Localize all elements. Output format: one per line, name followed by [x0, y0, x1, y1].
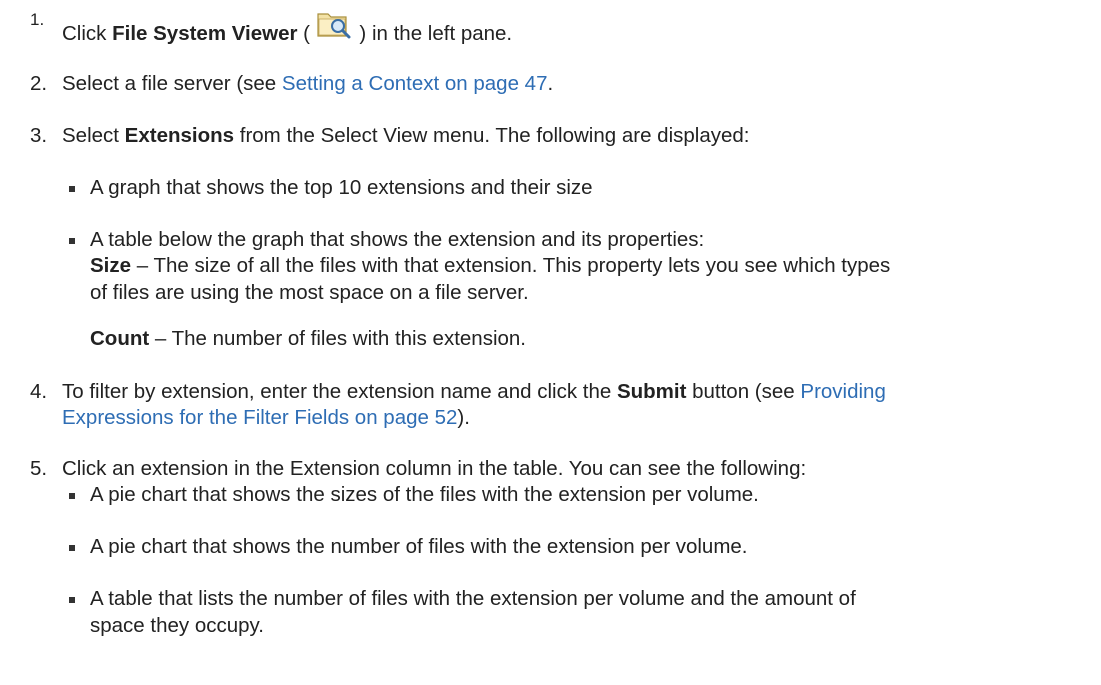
count-text: – The number of files with this extensio… [149, 327, 526, 350]
step-1-post: ) in the left pane. [359, 22, 513, 45]
bullet-icon [69, 545, 75, 551]
step-number: 5. [30, 457, 48, 480]
step-1-pre: Click [62, 22, 113, 45]
bullet-icon [69, 238, 75, 244]
bullet-icon [69, 597, 75, 603]
file-system-viewer-label: File System Viewer [112, 22, 298, 45]
list-item: A graph that shows the top 10 extensions… [90, 176, 593, 199]
list-item: A pie chart that shows the sizes of the … [90, 483, 759, 506]
size-description: Size – The size of all the files with th… [90, 254, 890, 278]
extensions-label: Extensions [124, 124, 235, 147]
list-item: A table that lists the number of files w… [90, 587, 856, 610]
step-3-pre: Select [62, 124, 125, 147]
step-4-pre: To filter by extension, enter the extens… [62, 380, 617, 403]
step-number: 3. [30, 124, 48, 147]
size-description-cont: of files are using the most space on a f… [90, 281, 529, 304]
step-3-text: Select Extensions from the Select View m… [62, 124, 749, 148]
step-2-pre: Select a file server (see [62, 72, 282, 95]
step-4-mid: button (see [686, 380, 801, 403]
count-label: Count [90, 327, 150, 350]
step-1-text: Click File System Viewer ( ) in the left… [62, 13, 513, 46]
list-item: A pie chart that shows the number of fil… [90, 535, 748, 558]
step-number: 1. [30, 10, 45, 29]
list-item: A table below the graph that shows the e… [90, 228, 705, 251]
providing-expressions-link[interactable]: Providing [800, 380, 885, 403]
size-label: Size [90, 254, 132, 277]
step-2-post: . [547, 72, 554, 95]
step-1-open: ( [297, 22, 311, 45]
step-2-text: Select a file server (see Setting a Cont… [62, 72, 553, 96]
providing-expressions-link-cont[interactable]: Expressions for the Filter Fields on pag… [62, 406, 457, 429]
step-4-text-cont: Expressions for the Filter Fields on pag… [62, 406, 470, 430]
bullet-icon [69, 186, 75, 192]
step-3-post: from the Select View menu. The following… [234, 124, 750, 147]
bullet-icon [69, 493, 75, 499]
setting-a-context-link[interactable]: Setting a Context on page 47 [282, 72, 548, 95]
folder-magnifier-icon [316, 13, 354, 46]
count-description: Count – The number of files with this ex… [90, 327, 526, 351]
list-item-cont: space they occupy. [90, 614, 264, 637]
step-4-text: To filter by extension, enter the extens… [62, 380, 886, 404]
step-4-post: ). [457, 406, 470, 429]
submit-label: Submit [616, 380, 687, 403]
size-line-1: – The size of all the files with that ex… [131, 254, 891, 277]
step-number: 4. [30, 380, 48, 403]
step-number: 2. [30, 72, 48, 95]
step-5-text: Click an extension in the Extension colu… [62, 457, 807, 480]
